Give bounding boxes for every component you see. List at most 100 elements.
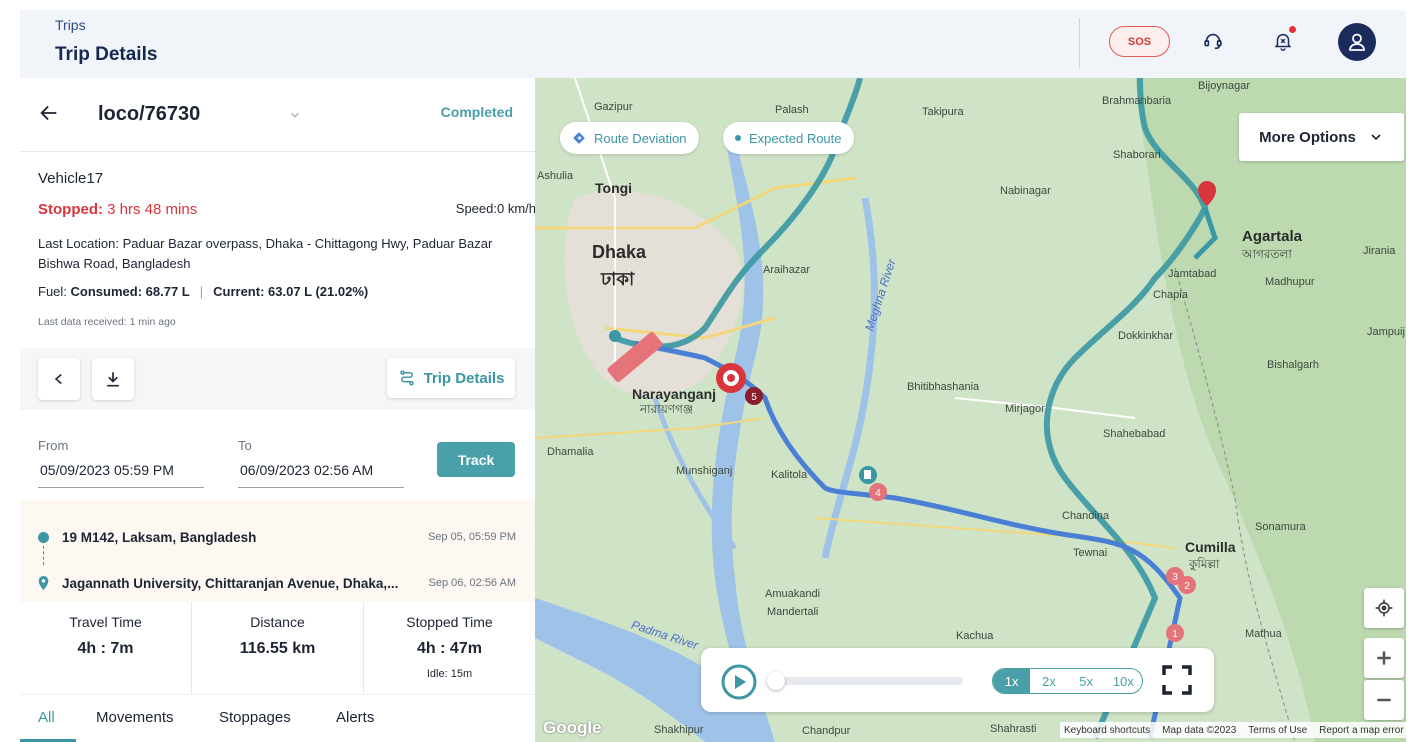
my-location-button[interactable]: [1364, 588, 1404, 628]
speed-2x[interactable]: 2x: [1030, 669, 1067, 693]
playback-slider[interactable]: [771, 677, 963, 685]
stopped-time-value: 4h : 47m: [417, 640, 482, 657]
sos-button[interactable]: SOS: [1109, 26, 1170, 57]
expected-route-label: Expected Route: [749, 130, 842, 146]
expected-route-toggle[interactable]: Expected Route: [723, 122, 854, 154]
to-label: To: [238, 438, 252, 453]
plus-icon: [1377, 651, 1391, 665]
travel-time-value: 4h : 7m: [77, 640, 134, 657]
share-icon: [54, 373, 62, 385]
route-start-name: 19 M142, Laksam, Bangladesh: [62, 529, 257, 545]
travel-time-stat: Travel Time 4h : 7m: [20, 602, 192, 694]
minus-icon: [1377, 698, 1391, 702]
marker-label: 5: [751, 392, 757, 403]
stopped-time-stat: Stopped Time 4h : 47m Idle: 15m: [364, 602, 535, 694]
marker-label: 3: [1172, 572, 1178, 583]
fullscreen-icon[interactable]: [1161, 664, 1193, 696]
trip-details-label: Trip Details: [423, 369, 505, 387]
marker-label: 4: [875, 488, 881, 499]
avatar[interactable]: [1338, 23, 1376, 61]
download-button[interactable]: [92, 358, 134, 400]
speed-5x[interactable]: 5x: [1068, 669, 1105, 693]
speed-1x[interactable]: 1x: [993, 669, 1031, 693]
speed-readout: Speed:0 km/h: [456, 201, 536, 216]
tab-bar: All Movements Stoppages Alerts: [20, 694, 535, 742]
actions-bar: Trip Details: [20, 348, 535, 410]
notification-dot: [1289, 26, 1296, 33]
trip-details-button[interactable]: Trip Details: [387, 358, 515, 398]
map-canvas: 1 2 3 4 5: [535, 78, 1406, 742]
zoom-out-button[interactable]: [1364, 680, 1404, 720]
report-error-link[interactable]: Report a map error: [1319, 725, 1403, 736]
user-icon: [1349, 33, 1365, 51]
download-icon: [107, 372, 119, 387]
share-button[interactable]: [38, 358, 80, 400]
vehicle-name: Vehicle17: [38, 170, 104, 187]
fuel-current: Current: 63.07 L (21.02%): [213, 284, 369, 299]
tab-stoppages[interactable]: Stoppages: [219, 709, 291, 726]
stopped-row: Stopped: 3 hrs 48 mins Speed:0 km/h: [38, 201, 536, 218]
route-start: 19 M142, Laksam, Bangladesh Sep 05, 05:5…: [38, 526, 516, 548]
playback-controls: 1x 2x 5x 10x: [701, 648, 1214, 712]
more-options-button[interactable]: More Options: [1239, 113, 1404, 161]
tab-alerts[interactable]: Alerts: [336, 709, 374, 726]
keyboard-shortcuts-link[interactable]: Keyboard shortcuts: [1064, 725, 1150, 736]
breadcrumb[interactable]: Trips: [55, 17, 86, 33]
fuel-label: Fuel:: [38, 284, 67, 299]
playback-slider-thumb[interactable]: [767, 672, 785, 690]
speed-10x[interactable]: 10x: [1105, 669, 1142, 693]
route-start-time: Sep 05, 05:59 PM: [427, 531, 516, 543]
trip-header: loco/76730 Completed: [20, 78, 535, 152]
tab-all[interactable]: All: [38, 709, 55, 726]
terms-link[interactable]: Terms of Use: [1248, 725, 1307, 736]
top-header: Trips Trip Details SOS: [20, 10, 1406, 78]
idle-time: Idle: 15m: [426, 668, 473, 680]
route-deviation-label: Route Deviation: [594, 130, 687, 146]
from-label: From: [38, 438, 69, 453]
route-end: Jagannath University, Chittaranjan Avenu…: [38, 572, 516, 594]
distance-value: 116.55 km: [239, 640, 316, 657]
last-location: Last Location: Paduar Bazar overpass, Dh…: [38, 234, 508, 274]
marker-label: 1: [1172, 629, 1178, 640]
tab-movements[interactable]: Movements: [96, 709, 174, 726]
app-window: Trips Trip Details SOS loco/76730 Comple…: [20, 10, 1406, 742]
trip-panel: loco/76730 Completed Vehicle17 Stopped: …: [20, 78, 536, 742]
trip-stats: Travel Time 4h : 7m Distance 116.55 km S…: [20, 602, 535, 694]
route-end-time: Sep 06, 02:56 AM: [428, 577, 516, 589]
stopped-duration: 3 hrs 48 mins: [107, 201, 198, 218]
to-date-field[interactable]: 06/09/2023 02:56 AM: [238, 458, 404, 488]
speed-value: 0 km/h: [496, 201, 536, 216]
dot-icon: [735, 135, 741, 141]
map-attribution: Keyboard shortcuts Map data ©2023 Terms …: [1060, 722, 1406, 738]
end-pin-icon: [38, 576, 49, 590]
fuel-consumed: Consumed: 68.77 L: [70, 284, 190, 299]
travel-time-label: Travel Time: [69, 614, 142, 630]
map-view[interactable]: 1 2 3 4 5 Dhaka ঢাকা Narayanganj নারায়ণ…: [535, 78, 1406, 742]
route-connector: [43, 535, 44, 565]
distance-stat: Distance 116.55 km: [192, 602, 364, 694]
track-button[interactable]: Track: [437, 442, 515, 477]
alert-bell-icon[interactable]: [1270, 26, 1296, 54]
playback-speed-selector: 1x 2x 5x 10x: [992, 668, 1143, 694]
support-icon[interactable]: [1200, 28, 1226, 54]
map-data-text: Map data ©2023: [1162, 724, 1237, 736]
chevron-down-icon: [1371, 134, 1381, 141]
from-date-field[interactable]: 05/09/2023 05:59 PM: [38, 458, 204, 488]
more-options-label: More Options: [1259, 128, 1356, 146]
page-title: Trip Details: [55, 44, 158, 65]
distance-label: Distance: [250, 614, 305, 630]
back-arrow-icon[interactable]: [38, 102, 60, 124]
play-icon[interactable]: [721, 664, 757, 700]
route-summary: 19 M142, Laksam, Bangladesh Sep 05, 05:5…: [20, 500, 535, 602]
last-data-received: Last data received: 1 min ago: [38, 316, 176, 328]
speed-label: Speed:: [455, 201, 497, 216]
zoom-in-button[interactable]: [1364, 638, 1404, 678]
trip-status: Completed: [440, 104, 513, 120]
crosshair-icon: [1375, 599, 1393, 617]
header-divider: [1079, 18, 1080, 68]
marker-label: 2: [1184, 581, 1190, 592]
vehicle-info: Vehicle17 Stopped: 3 hrs 48 mins Speed:0…: [38, 170, 536, 328]
chevron-down-icon[interactable]: [288, 108, 302, 122]
stopped-label: Stopped:: [38, 201, 103, 218]
route-deviation-toggle[interactable]: Route Deviation: [560, 122, 699, 154]
